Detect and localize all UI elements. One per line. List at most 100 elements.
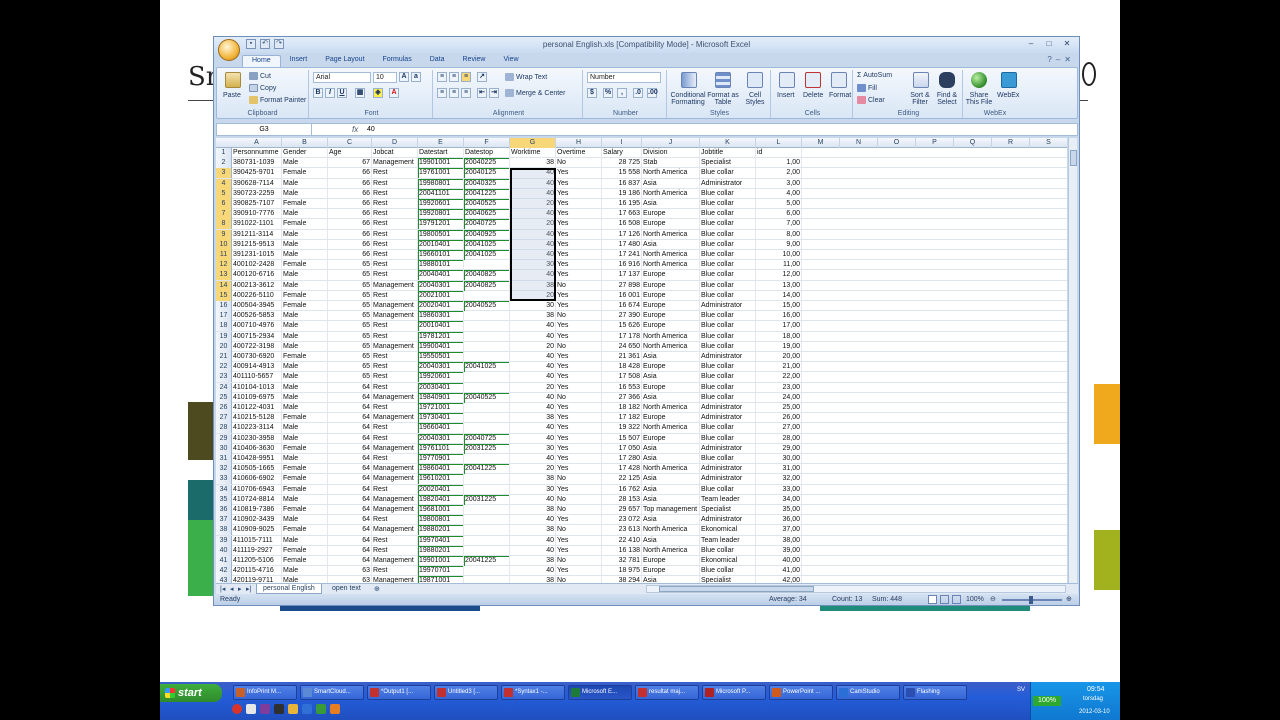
cell[interactable]: 40 [510, 168, 556, 179]
cell[interactable]: No [556, 525, 602, 536]
cell[interactable]: Europe [642, 219, 700, 230]
cell[interactable]: 18 975 [602, 566, 642, 577]
cell[interactable]: 23,00 [756, 382, 802, 393]
cell[interactable]: 20040525 [464, 199, 510, 209]
cell[interactable]: Blue collar [700, 280, 756, 291]
cell[interactable]: 32 781 [602, 556, 642, 566]
cell[interactable]: Rest [372, 403, 418, 413]
cell[interactable]: 63 [328, 566, 372, 577]
cell[interactable]: 19800501 [418, 229, 464, 240]
cell[interactable]: 42,00 [756, 576, 802, 583]
cell[interactable]: Male [282, 392, 328, 403]
cell[interactable]: 19880201 [418, 525, 464, 536]
cell[interactable]: Asia [642, 443, 700, 454]
cell[interactable]: 400213-3612 [232, 280, 282, 291]
cell[interactable]: 65 [328, 270, 372, 281]
taskbar-button[interactable]: PowerPoint ... [769, 685, 833, 700]
cell[interactable]: Asia [642, 474, 700, 485]
cell[interactable]: Yes [556, 566, 602, 577]
minimize-button[interactable]: – [1023, 38, 1039, 50]
cell[interactable]: Blue collar [700, 566, 756, 577]
cell[interactable]: 22 125 [602, 474, 642, 485]
cell[interactable]: Blue collar [700, 545, 756, 556]
row-header[interactable]: 14 [216, 280, 232, 291]
vertical-scroll-thumb[interactable] [1070, 150, 1077, 166]
cell[interactable]: 30 [510, 484, 556, 495]
cell[interactable]: 20040401 [418, 270, 464, 281]
cell[interactable]: 410223-3114 [232, 423, 282, 434]
cell[interactable]: 65 [328, 341, 372, 352]
cell[interactable] [464, 290, 510, 301]
cell[interactable]: 20040525 [464, 301, 510, 311]
cell[interactable]: Rest [372, 188, 418, 199]
cell[interactable]: 38 [510, 158, 556, 169]
cut-button[interactable]: Cut [249, 72, 271, 80]
cell[interactable]: Europe [642, 209, 700, 220]
cell[interactable]: 390723-2259 [232, 188, 282, 199]
column-header[interactable]: S [1030, 138, 1067, 148]
cell[interactable]: Management [372, 392, 418, 403]
cell-styles-button[interactable]: Cell Styles [741, 92, 769, 106]
cell[interactable]: 20 [510, 290, 556, 301]
cell[interactable]: 20041025 [464, 250, 510, 260]
cell[interactable]: 411015-7111 [232, 535, 282, 546]
align-left-icon[interactable]: ≡ [437, 88, 447, 98]
cell[interactable]: 25,00 [756, 403, 802, 413]
cell[interactable]: 19860301 [418, 311, 464, 322]
cell[interactable]: 65 [328, 311, 372, 322]
vertical-scrollbar[interactable] [1068, 138, 1077, 583]
cell[interactable]: 16 138 [602, 545, 642, 556]
taskbar-button[interactable]: resultat maj... [635, 685, 699, 700]
cell[interactable]: Rest [372, 535, 418, 546]
cell[interactable]: Female [282, 168, 328, 179]
cell[interactable]: 17,00 [756, 321, 802, 332]
cell[interactable]: North America [642, 168, 700, 179]
cell[interactable]: 16 916 [602, 260, 642, 271]
cell[interactable] [464, 260, 510, 271]
cell[interactable]: Female [282, 443, 328, 454]
column-header[interactable]: R [992, 138, 1030, 148]
cell[interactable]: Rest [372, 250, 418, 260]
border-icon[interactable]: ▦ [355, 88, 365, 98]
cell[interactable]: Male [282, 280, 328, 291]
cell[interactable]: North America [642, 341, 700, 352]
cell[interactable]: Male [282, 209, 328, 220]
cell[interactable]: Female [282, 505, 328, 515]
cell[interactable]: Blue collar [700, 229, 756, 240]
percent-icon[interactable]: % [603, 88, 613, 98]
align-middle-icon[interactable]: ≡ [449, 72, 459, 82]
cell[interactable]: Blue collar [700, 484, 756, 495]
cell[interactable]: No [556, 474, 602, 485]
cell[interactable]: 40 [510, 270, 556, 281]
cell[interactable]: Yes [556, 362, 602, 373]
cell[interactable]: Yes [556, 209, 602, 220]
cell[interactable]: Administrator [700, 403, 756, 413]
cell[interactable]: Management [372, 556, 418, 566]
cell[interactable]: Top management [642, 505, 700, 515]
cell[interactable] [464, 321, 510, 332]
cell[interactable]: 38 [510, 525, 556, 536]
cell[interactable]: Yes [556, 372, 602, 383]
cell[interactable]: 20040125 [464, 168, 510, 179]
clear-button[interactable]: Clear [857, 96, 885, 104]
cell[interactable]: Yes [556, 352, 602, 362]
cell[interactable]: North America [642, 403, 700, 413]
cell[interactable]: No [556, 392, 602, 403]
webex-button[interactable]: WebEx [997, 92, 1019, 99]
cell[interactable]: Male [282, 494, 328, 505]
cell[interactable]: Blue collar [700, 199, 756, 209]
cell[interactable]: Overtime [556, 148, 602, 158]
row-header[interactable]: 41 [216, 556, 232, 566]
cell[interactable]: Yes [556, 199, 602, 209]
cell[interactable]: No [556, 341, 602, 352]
cell[interactable]: 19920601 [418, 199, 464, 209]
cell[interactable]: Yes [556, 331, 602, 342]
cell[interactable]: 30 [510, 301, 556, 311]
row-header[interactable]: 20 [216, 341, 232, 352]
cell[interactable]: Specialist [700, 158, 756, 169]
cell[interactable]: Rest [372, 168, 418, 179]
cell[interactable]: 20040225 [464, 158, 510, 169]
binoculars-icon[interactable] [939, 72, 955, 88]
cell[interactable]: 19 186 [602, 188, 642, 199]
cell[interactable]: 19730401 [418, 413, 464, 424]
